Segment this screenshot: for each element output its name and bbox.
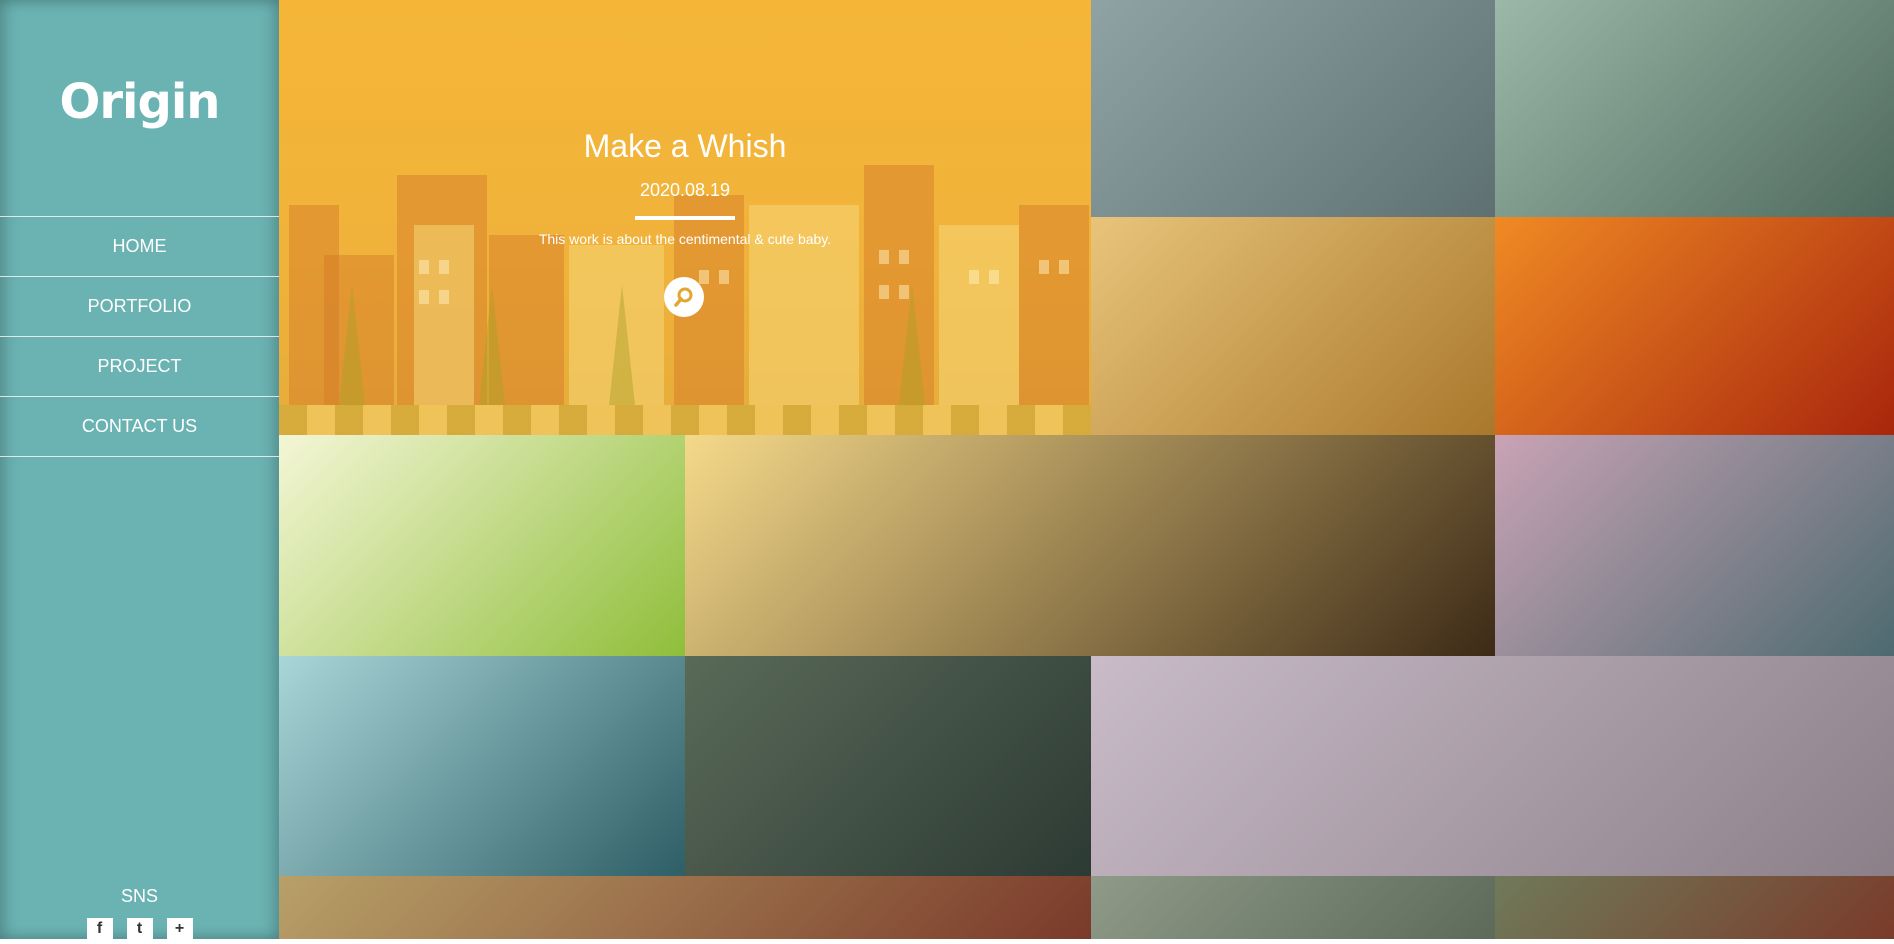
featured-tile[interactable]: Make a Whish 2020.08.19 This work is abo… [279, 0, 1091, 435]
search-icon[interactable] [664, 277, 704, 317]
checkered-ground [279, 405, 1091, 435]
sidebar: Origin HOME PORTFOLIO PROJECT CONTACT US… [0, 0, 279, 944]
sns-icons: f t + [0, 918, 279, 944]
tile-girl-in-grass[interactable] [685, 656, 1091, 876]
tile-butterfly-wheat[interactable] [1495, 435, 1894, 656]
main-nav: HOME PORTFOLIO PROJECT CONTACT US [0, 216, 279, 457]
tile-wheat-field[interactable] [1091, 217, 1495, 435]
featured-title: Make a Whish [583, 128, 787, 164]
sns-label: SNS [120, 886, 158, 906]
tile-forest-path[interactable] [685, 435, 1495, 656]
title-divider [635, 216, 735, 220]
tile-painted-scene[interactable] [279, 876, 1091, 939]
tile-autumn-leaves[interactable] [1495, 217, 1894, 435]
tile-misty-forest[interactable] [1495, 0, 1894, 217]
featured-description: This work is about the centimental & cut… [538, 231, 832, 247]
tile-ladybug-sprout[interactable] [279, 435, 685, 656]
nav-project[interactable]: PROJECT [0, 337, 279, 397]
nav-contact-us[interactable]: CONTACT US [0, 397, 279, 457]
logo[interactable]: Origin [0, 74, 279, 130]
tile-clock-fantasy[interactable] [1495, 876, 1894, 939]
twitter-icon[interactable]: t [126, 918, 153, 944]
tile-girl-on-beach[interactable] [1091, 656, 1894, 876]
nav-portfolio[interactable]: PORTFOLIO [0, 277, 279, 337]
tile-blue-forest[interactable] [279, 656, 685, 876]
google-plus-icon[interactable]: + [166, 918, 193, 944]
featured-date: 2020.08.19 [639, 180, 731, 200]
tile-castle[interactable] [1091, 876, 1495, 939]
nav-home[interactable]: HOME [0, 217, 279, 277]
tile-bare-branches[interactable] [1091, 0, 1495, 217]
facebook-icon[interactable]: f [86, 918, 113, 944]
